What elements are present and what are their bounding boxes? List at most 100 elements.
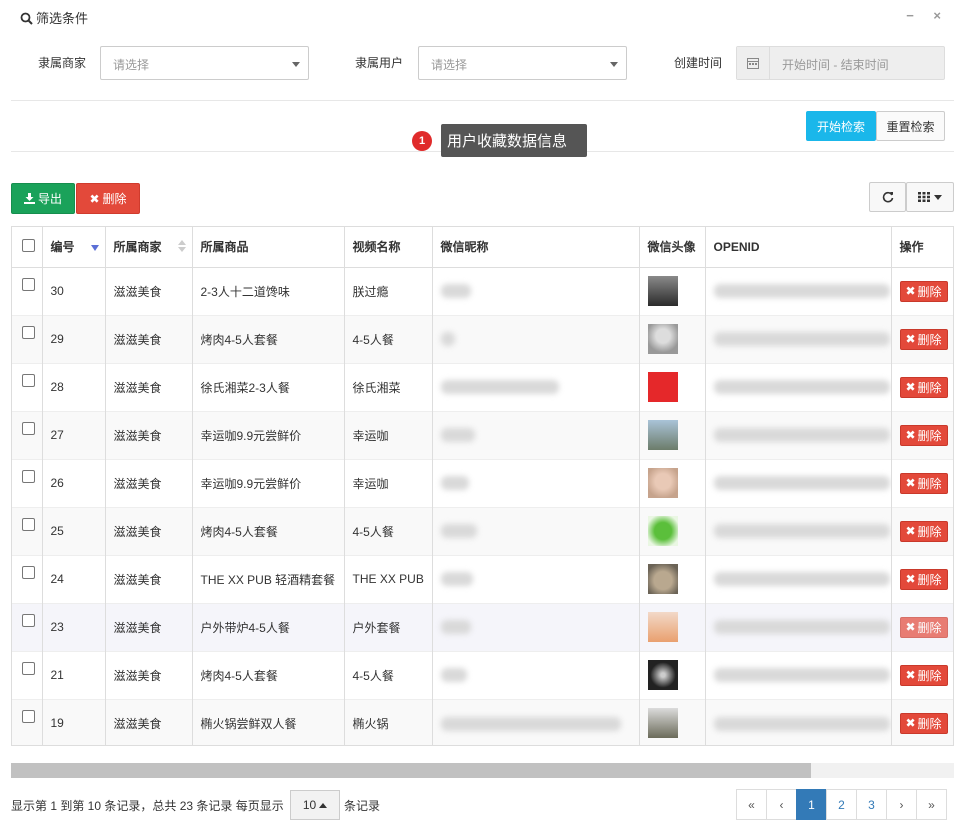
cell-actions: ✖ 删除 — [891, 506, 953, 555]
reset-button[interactable]: 重置检索 — [876, 111, 945, 141]
col-header-nickname: 微信昵称 — [432, 227, 640, 268]
user-select[interactable]: 请选择 — [418, 46, 627, 80]
first-page-button[interactable]: « — [736, 789, 767, 820]
close-icon: ✖ — [905, 284, 916, 298]
grid-icon — [918, 192, 930, 202]
row-checkbox[interactable] — [22, 469, 35, 483]
cell-nickname — [432, 266, 640, 315]
redacted-nickname — [440, 620, 471, 635]
table-row[interactable]: 30 滋滋美食 2-3人十二道馋味 朕过瘾 ✖ 删除 — [12, 266, 953, 315]
avatar — [647, 420, 678, 450]
row-delete-label: 删除 — [917, 332, 942, 347]
close-icon: ✖ — [905, 716, 916, 731]
cell-openid — [705, 314, 892, 363]
table-row[interactable]: 25 滋滋美食 烤肉4-5人套餐 4-5人餐 ✖ 删除 — [12, 506, 953, 555]
table-row[interactable]: 29 滋滋美食 烤肉4-5人套餐 4-5人餐 ✖ 删除 — [12, 314, 953, 363]
row-select-cell — [12, 410, 43, 459]
delete-selected-button[interactable]: ✖ 删除 — [76, 183, 140, 214]
row-select-cell — [12, 650, 43, 699]
row-checkbox[interactable] — [22, 517, 35, 531]
avatar — [647, 372, 678, 402]
redacted-nickname — [440, 476, 469, 491]
export-button[interactable]: 导出 — [11, 183, 75, 214]
date-range-placeholder: 开始时间 - 结束时间 — [782, 58, 889, 72]
close-icon: ✖ — [905, 668, 916, 682]
merchant-select[interactable]: 请选择 — [100, 46, 309, 80]
caret-down-icon — [610, 62, 618, 67]
cell-nickname — [432, 698, 640, 745]
row-delete-button[interactable]: ✖ 删除 — [899, 712, 948, 734]
row-delete-label: 删除 — [917, 572, 942, 587]
table-header-row: 编号 所属商家 所属商品 视频名称 微信昵称 微信头像 OPENID 操作 — [12, 227, 953, 268]
cell-video: 朕过瘾 — [344, 266, 433, 315]
last-page-button[interactable]: » — [916, 789, 947, 820]
row-delete-button[interactable]: ✖ 删除 — [899, 664, 948, 686]
row-checkbox[interactable] — [22, 661, 35, 675]
table-row[interactable]: 24 滋滋美食 THE XX PUB 轻酒精套餐 THE XX PUB ✖ 删除 — [12, 554, 953, 603]
row-checkbox[interactable] — [22, 325, 35, 339]
cell-merchant: 滋滋美食 — [105, 602, 193, 651]
filter-panel-header: 筛选条件 − × — [0, 0, 971, 32]
row-checkbox[interactable] — [22, 373, 35, 387]
row-delete-button[interactable]: ✖ 删除 — [899, 424, 948, 446]
close-icon: ✖ — [905, 332, 916, 346]
cell-avatar — [639, 458, 706, 507]
col-header-label: 编号 — [50, 240, 75, 255]
cell-product: 烤肉4-5人套餐 — [192, 506, 345, 555]
search-button[interactable]: 开始检索 — [806, 111, 876, 141]
row-delete-button[interactable]: ✖ 删除 — [899, 616, 948, 638]
col-header-label: 所属商品 — [200, 240, 249, 255]
pagination-info-suffix: 条记录 — [344, 799, 381, 813]
cell-video: 户外套餐 — [344, 602, 433, 651]
page-1-button[interactable]: 1 — [796, 789, 827, 820]
row-delete-button[interactable]: ✖ 删除 — [899, 280, 948, 302]
redacted-openid — [713, 332, 890, 347]
row-checkbox[interactable] — [22, 709, 35, 723]
cell-product: 徐氏湘菜2-3人餐 — [192, 362, 345, 411]
row-checkbox[interactable] — [22, 613, 35, 627]
redacted-openid — [713, 668, 890, 683]
row-delete-button[interactable]: ✖ 删除 — [899, 520, 948, 542]
col-header-id[interactable]: 编号 — [42, 227, 106, 268]
table-row[interactable]: 27 滋滋美食 幸运咖9.9元尝鲜价 幸运咖 ✖ 删除 — [12, 410, 953, 459]
row-delete-button[interactable]: ✖ 删除 — [899, 376, 948, 398]
cell-avatar — [639, 554, 706, 603]
redacted-nickname — [440, 572, 473, 587]
prev-page-button[interactable]: ‹ — [766, 789, 797, 820]
date-range-input[interactable]: 开始时间 - 结束时间 — [736, 46, 945, 80]
row-delete-button[interactable]: ✖ 删除 — [899, 328, 948, 350]
row-delete-label: 删除 — [917, 428, 942, 443]
row-checkbox[interactable] — [22, 565, 35, 579]
row-select-cell — [12, 314, 43, 363]
close-icon[interactable]: × — [933, 8, 941, 23]
select-all-checkbox[interactable] — [22, 238, 35, 252]
row-checkbox[interactable] — [22, 277, 35, 291]
cell-video: 4-5人餐 — [344, 506, 433, 555]
col-header-merchant[interactable]: 所属商家 — [105, 227, 193, 268]
table-row[interactable]: 23 滋滋美食 户外带炉4-5人餐 户外套餐 ✖ 删除 — [12, 602, 953, 651]
row-delete-button[interactable]: ✖ 删除 — [899, 472, 948, 494]
table-row[interactable]: 26 滋滋美食 幸运咖9.9元尝鲜价 幸运咖 ✖ 删除 — [12, 458, 953, 507]
scrollbar-thumb[interactable] — [11, 763, 811, 778]
close-icon: ✖ — [905, 524, 916, 538]
horizontal-scrollbar[interactable] — [11, 763, 954, 778]
table-row[interactable]: 28 滋滋美食 徐氏湘菜2-3人餐 徐氏湘菜 ✖ 删除 — [12, 362, 953, 411]
next-page-button[interactable]: › — [886, 789, 917, 820]
page-2-button[interactable]: 2 — [826, 789, 857, 820]
page-size-dropdown[interactable]: 10 — [290, 790, 340, 820]
avatar — [647, 612, 678, 642]
page-3-button[interactable]: 3 — [856, 789, 887, 820]
table-row[interactable]: 21 滋滋美食 烤肉4-5人套餐 4-5人餐 ✖ 删除 — [12, 650, 953, 699]
row-delete-button[interactable]: ✖ 删除 — [899, 568, 948, 590]
row-checkbox[interactable] — [22, 421, 35, 435]
table-row[interactable]: 19 滋滋美食 椭火锅尝鲜双人餐 椭火锅 ✖ 删除 — [12, 698, 953, 745]
divider — [11, 100, 954, 101]
cell-id: 29 — [42, 314, 106, 363]
cell-avatar — [639, 602, 706, 651]
row-delete-label: 删除 — [917, 380, 942, 395]
cell-id: 21 — [42, 650, 106, 699]
refresh-button[interactable] — [869, 182, 906, 212]
columns-toggle-button[interactable] — [906, 182, 954, 212]
minimize-icon[interactable]: − — [906, 8, 914, 23]
row-delete-label: 删除 — [917, 668, 942, 683]
